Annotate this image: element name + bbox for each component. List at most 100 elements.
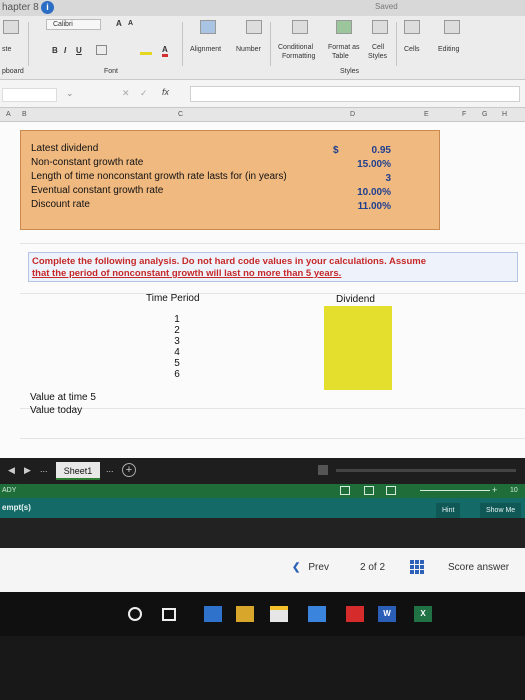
column-header-c[interactable]: C [178, 111, 183, 118]
font-shrink-button[interactable]: A [128, 20, 133, 27]
horizontal-scrollbar[interactable] [336, 469, 516, 472]
column-header-d[interactable]: D [350, 111, 355, 118]
title-bar: hapter 8 i Saved [0, 0, 525, 16]
cancel-icon[interactable]: ✕ [122, 88, 130, 99]
period-cell[interactable]: 4 [170, 347, 184, 358]
worksheet[interactable]: A B C D E F G H Latest dividend Non-cons… [0, 108, 525, 458]
page-layout-icon[interactable] [364, 486, 374, 495]
period-cell[interactable]: 1 [170, 314, 184, 325]
conditional-formatting-line1[interactable]: Conditional [278, 44, 313, 51]
input-assumptions-block: Latest dividend Non-constant growth rate… [20, 130, 440, 230]
input-value[interactable]: 10.00% [331, 187, 391, 198]
font-name-select[interactable]: Calibri [46, 19, 101, 30]
column-header-b[interactable]: B [22, 111, 27, 118]
column-header-e[interactable]: E [424, 111, 429, 118]
page-indicator: 2 of 2 [360, 562, 385, 573]
save-status: Saved [375, 2, 398, 11]
bold-button[interactable]: B [52, 46, 58, 55]
alignment-icon[interactable] [200, 20, 216, 34]
format-as-table-line2[interactable]: Table [332, 53, 349, 60]
font-color-button[interactable]: A [162, 45, 168, 57]
formula-bar: ⌄ ✕ ✓ fx [0, 80, 525, 108]
dividend-answer-cells[interactable] [324, 306, 392, 390]
conditional-formatting-icon[interactable] [292, 20, 308, 34]
file-explorer-icon[interactable] [236, 606, 254, 622]
formula-input[interactable] [190, 86, 520, 102]
alignment-button[interactable]: Alignment [190, 46, 221, 53]
cells-button[interactable]: Cells [404, 46, 420, 53]
app-icon[interactable] [346, 606, 364, 622]
more-sheets-right[interactable]: ... [106, 464, 114, 474]
period-cell[interactable]: 6 [170, 369, 184, 380]
info-icon[interactable]: i [41, 1, 54, 14]
number-button[interactable]: Number [236, 46, 261, 53]
font-grow-button[interactable]: A [116, 19, 122, 28]
document-title: hapter 8 [2, 2, 39, 13]
add-sheet-button[interactable]: + [122, 463, 136, 477]
score-answer-button[interactable]: Score answer [448, 562, 509, 573]
normal-view-icon[interactable] [340, 486, 350, 495]
store-icon[interactable] [270, 606, 288, 622]
period-cell[interactable]: 5 [170, 358, 184, 369]
more-sheets-left[interactable]: ... [40, 464, 48, 474]
enter-icon[interactable]: ✓ [140, 88, 148, 99]
cell-styles-line1[interactable]: Cell [372, 44, 384, 51]
input-label: Non-constant growth rate [31, 157, 144, 168]
cell-styles-icon[interactable] [372, 20, 388, 34]
ready-status: ADY [2, 487, 17, 494]
number-format-icon[interactable] [246, 20, 262, 34]
insert-function-button[interactable]: fx [162, 87, 169, 97]
chevron-down-icon[interactable]: ⌄ [66, 88, 74, 99]
format-as-table-icon[interactable] [336, 20, 352, 34]
fill-color-icon[interactable] [140, 45, 152, 55]
grid-icon[interactable] [410, 560, 425, 575]
period-cell[interactable]: 2 [170, 325, 184, 336]
page-break-icon[interactable] [386, 486, 396, 495]
editing-button[interactable]: Editing [438, 46, 459, 53]
font-group-label: Font [104, 68, 119, 75]
hint-button[interactable]: Hint [436, 503, 461, 518]
period-cell[interactable]: 3 [170, 336, 184, 347]
task-view-icon[interactable] [162, 608, 176, 621]
input-value[interactable]: 3 [331, 173, 391, 184]
editing-icon[interactable] [444, 20, 460, 34]
scroll-right-icon[interactable]: ▶ [24, 465, 31, 476]
input-label: Discount rate [31, 199, 90, 210]
cells-icon[interactable] [404, 20, 420, 34]
scroll-left-icon[interactable] [318, 465, 328, 475]
conditional-formatting-line2[interactable]: Formatting [282, 53, 315, 60]
sheet-tab-bar: ◀ ▶ ... Sheet1 ... + [0, 458, 525, 484]
instruction-line: that the period of nonconstant growth wi… [32, 268, 342, 279]
zoom-in-icon[interactable]: + [492, 485, 497, 495]
column-header-h[interactable]: H [502, 111, 507, 118]
time-period-column: 1 2 3 4 5 6 [170, 314, 184, 380]
input-value[interactable]: 15.00% [331, 159, 391, 170]
sheet-tab-sheet1[interactable]: Sheet1 [56, 462, 100, 480]
name-box[interactable] [2, 88, 57, 102]
assignment-bar: empt(s) Hint Show Me [0, 498, 525, 518]
instruction-line: Complete the following analysis. Do not … [32, 256, 426, 267]
search-icon[interactable] [128, 607, 142, 621]
underline-button[interactable]: U [76, 46, 82, 55]
edge-icon[interactable] [204, 606, 222, 622]
mail-icon[interactable] [308, 606, 326, 622]
input-label: Length of time nonconstant growth rate l… [31, 171, 287, 182]
format-as-table-line1[interactable]: Format as [328, 44, 360, 51]
cell-styles-line2[interactable]: Styles [368, 53, 387, 60]
excel-icon[interactable]: X [414, 606, 432, 622]
column-header-f[interactable]: F [462, 111, 466, 118]
prev-button[interactable]: ❮ Prev [292, 562, 329, 573]
zoom-slider[interactable] [420, 490, 490, 491]
paste-icon[interactable] [3, 20, 19, 34]
page-of: of [368, 562, 377, 573]
italic-button[interactable]: I [64, 46, 66, 55]
border-icon[interactable] [96, 45, 107, 55]
word-icon[interactable]: W [378, 606, 396, 622]
column-header-g[interactable]: G [482, 111, 487, 118]
show-me-button[interactable]: Show Me [480, 503, 522, 518]
ribbon: ste pboard Calibri A A B I U A Font Alig… [0, 16, 525, 80]
input-value[interactable]: 11.00% [331, 201, 391, 212]
input-value[interactable]: 0.95 [331, 145, 391, 156]
column-header-a[interactable]: A [6, 111, 11, 118]
scroll-left-icon[interactable]: ◀ [8, 465, 15, 476]
